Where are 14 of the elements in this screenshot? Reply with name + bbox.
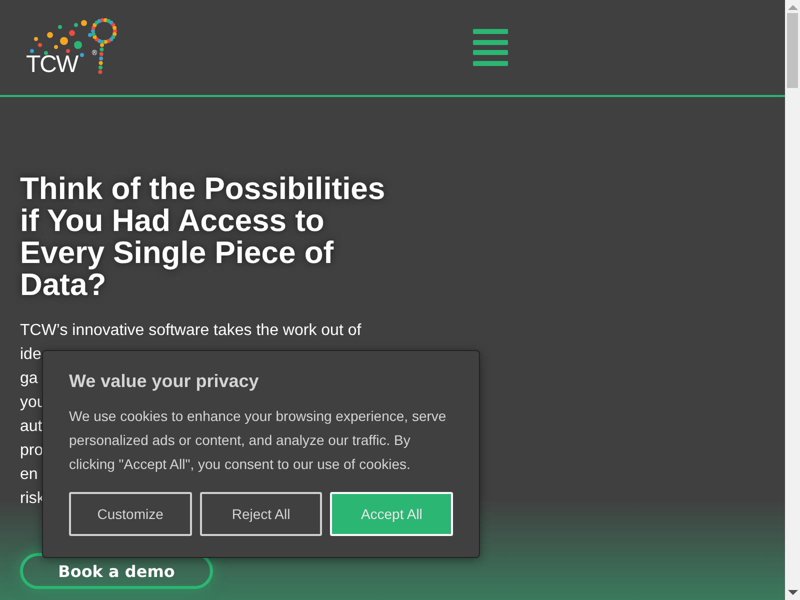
hero-text-line: ga [20, 369, 38, 389]
hero-text-line: TCW’s innovative software takes the work out of [20, 321, 362, 341]
hero-text-line: en [20, 465, 38, 485]
hero-text-line: aut [20, 417, 42, 437]
menu-icon[interactable] [473, 29, 508, 66]
hero-text-line: pro [20, 441, 44, 461]
scrollbar[interactable] [785, 0, 800, 600]
hero-text-line: ide [20, 345, 42, 365]
cookie-button[interactable]: Reject All [200, 492, 322, 536]
cookie-button[interactable]: Customize [69, 492, 192, 536]
cookie-title: We value your privacy [69, 371, 260, 392]
cookie-text: We use cookies to enhance your browsing experience, serve personalized ads or content, and analyze our traffic. By clicking "Accept All", you consent to our use of cookies. [69, 407, 448, 474]
hero-heading: Think of the Possibilities if You Had Access to Every Single Piece of Data? [20, 173, 386, 301]
logo-text[interactable]: TCW [26, 52, 78, 76]
